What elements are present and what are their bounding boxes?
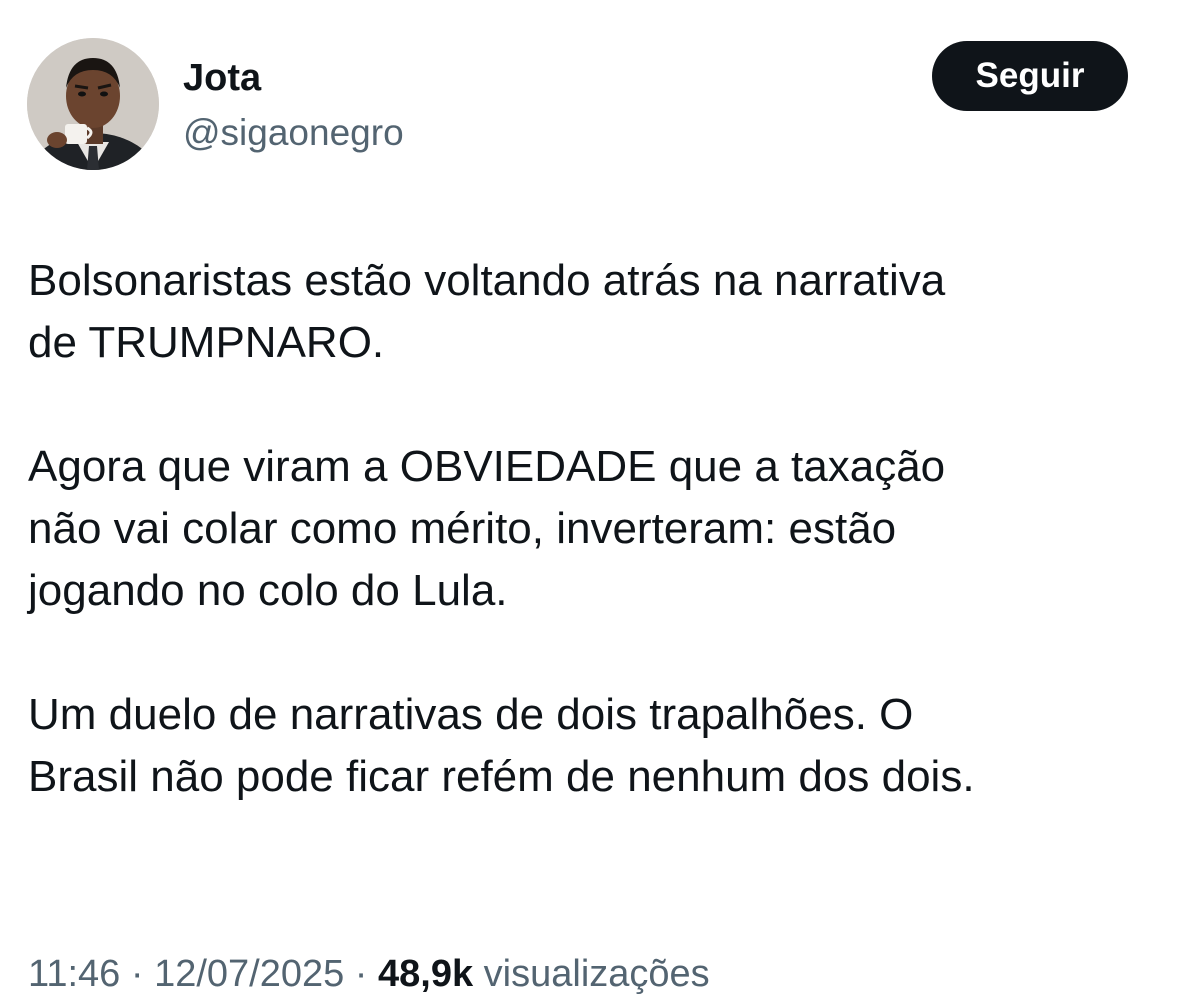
tweet-paragraph: Um duelo de narrativas de dois trapalhõe… bbox=[28, 690, 975, 801]
avatar-image bbox=[27, 38, 159, 170]
author-display-name[interactable]: Jota bbox=[183, 56, 261, 100]
meta-separator: · bbox=[344, 953, 379, 995]
tweet-date[interactable]: 12/07/2025 bbox=[154, 953, 344, 995]
tweet-text: Bolsonaristas estão voltando atrás na na… bbox=[28, 250, 1148, 808]
views-label: visualizações bbox=[473, 953, 710, 995]
author-handle[interactable]: @sigaonegro bbox=[183, 112, 404, 154]
avatar[interactable] bbox=[27, 38, 159, 170]
meta-separator: · bbox=[120, 953, 155, 995]
tweet-paragraph: Bolsonaristas estão voltando atrás na na… bbox=[28, 256, 946, 367]
tweet-card: Jota @sigaonegro Seguir Bolsonaristas es… bbox=[0, 0, 1179, 1001]
tweet-time[interactable]: 11:46 bbox=[28, 953, 120, 995]
tweet-meta: 11:46 · 12/07/2025 · 48,9k visualizações bbox=[28, 946, 710, 1002]
follow-button[interactable]: Seguir bbox=[932, 41, 1128, 111]
views-count[interactable]: 48,9k bbox=[378, 953, 473, 995]
tweet-paragraph: Agora que viram a OBVIEDADE que a taxaçã… bbox=[28, 442, 946, 615]
